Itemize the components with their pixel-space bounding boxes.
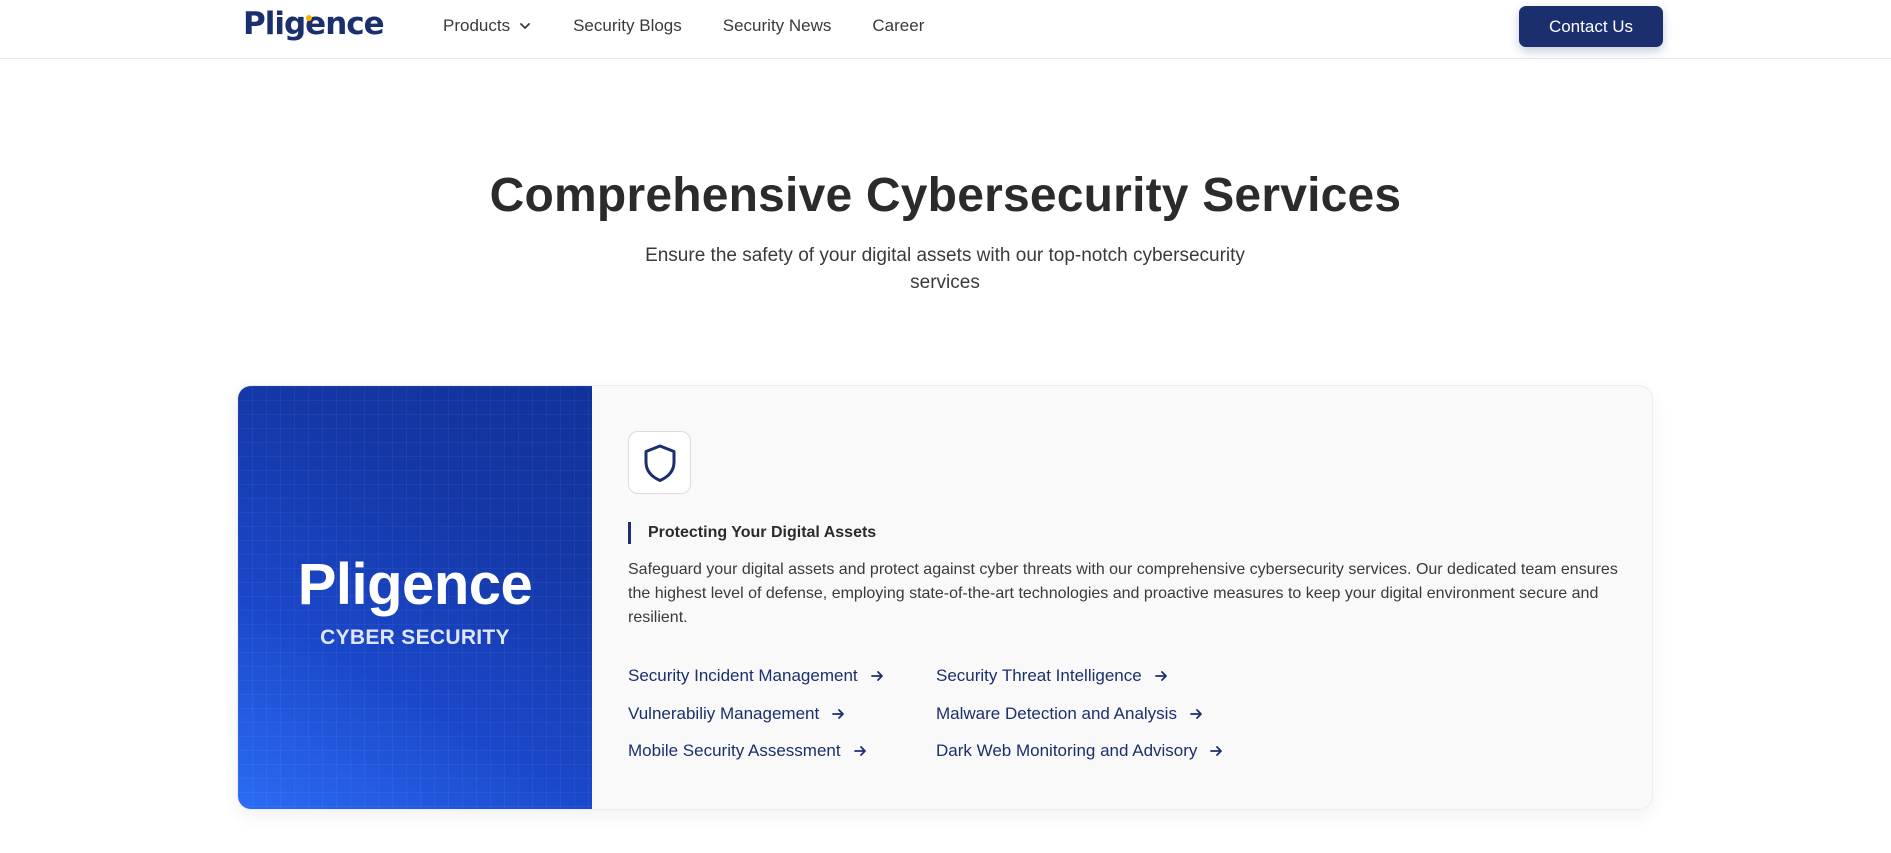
link-label: Security Incident Management xyxy=(628,666,858,685)
logo-text: Pligence xyxy=(243,6,385,42)
link-label: Malware Detection and Analysis xyxy=(936,704,1177,723)
service-description: Safeguard your digital assets and protec… xyxy=(628,561,1618,626)
contact-us-button[interactable]: Contact Us xyxy=(1519,6,1663,47)
page-subtitle: Ensure the safety of your digital assets… xyxy=(645,245,1245,293)
arrow-right-icon xyxy=(1154,671,1167,681)
shield-icon-box xyxy=(628,431,691,494)
section-label: Protecting Your Digital Assets xyxy=(628,522,876,544)
nav-security-news[interactable]: Security News xyxy=(723,16,832,36)
link-label: Vulnerabiliy Management xyxy=(628,704,820,723)
service-card: Pligence CYBER SECURITY Protecting Your … xyxy=(237,385,1653,810)
arrow-right-icon xyxy=(1210,746,1223,756)
arrow-right-icon xyxy=(1190,709,1202,719)
link-malware-detection-analysis[interactable]: Malware Detection and Analysis xyxy=(936,704,1203,724)
arrow-right-icon xyxy=(853,746,866,756)
link-label: Mobile Security Assessment xyxy=(628,741,841,760)
arrow-right-icon xyxy=(832,709,845,719)
nav-security-blogs-label: Security Blogs xyxy=(573,16,682,35)
site-header: Pligence Products Security Blogs Securit… xyxy=(0,0,1891,59)
pligence-logo[interactable]: Pligence xyxy=(243,6,385,42)
link-label: Security Threat Intelligence xyxy=(936,666,1142,685)
main-nav: Products Security Blogs Security News Ca… xyxy=(443,0,965,52)
logo-dot-icon xyxy=(306,15,312,21)
page-title: Comprehensive Cybersecurity Services xyxy=(489,169,1402,222)
link-dark-web-monitoring[interactable]: Dark Web Monitoring and Advisory xyxy=(936,741,1223,761)
link-security-threat-intelligence[interactable]: Security Threat Intelligence xyxy=(936,666,1168,686)
nav-products[interactable]: Products xyxy=(443,16,532,36)
brand-tagline: CYBER SECURITY xyxy=(320,626,510,649)
nav-career[interactable]: Career xyxy=(872,16,924,36)
shield-icon xyxy=(644,444,675,482)
chevron-down-icon xyxy=(520,23,530,29)
nav-products-label: Products xyxy=(443,16,511,35)
link-security-incident-management[interactable]: Security Incident Management xyxy=(628,666,884,686)
link-mobile-security-assessment[interactable]: Mobile Security Assessment xyxy=(628,741,867,761)
brand-name: Pligence xyxy=(297,552,533,617)
service-details: Protecting Your Digital Assets Safeguard… xyxy=(592,386,1652,809)
nav-career-label: Career xyxy=(872,16,925,35)
arrow-right-icon xyxy=(870,671,883,681)
link-label: Dark Web Monitoring and Advisory xyxy=(936,741,1198,760)
link-vulnerability-management[interactable]: Vulnerabiliy Management xyxy=(628,704,845,724)
brand-panel: Pligence CYBER SECURITY xyxy=(238,386,592,809)
nav-security-news-label: Security News xyxy=(722,16,832,35)
nav-security-blogs[interactable]: Security Blogs xyxy=(573,16,682,36)
